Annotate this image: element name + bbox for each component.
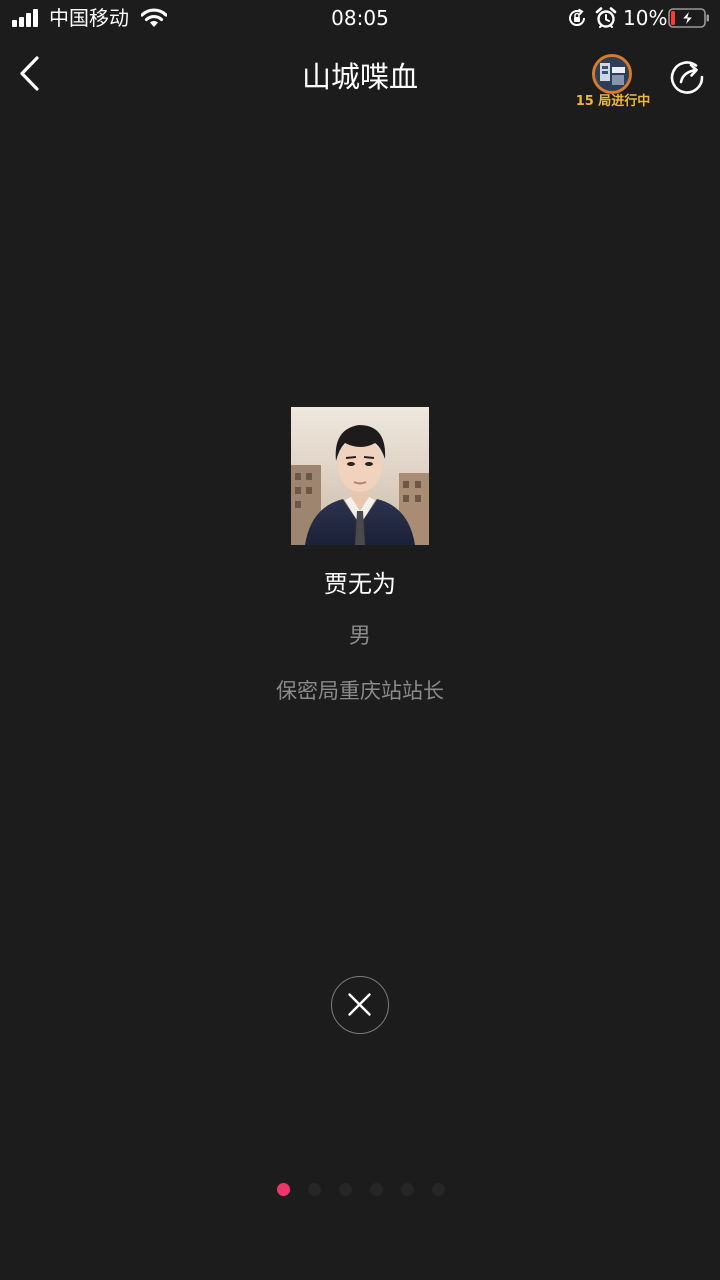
- character-role: 保密局重庆站站长: [276, 679, 444, 703]
- ongoing-games-label: 15 局进行中: [575, 94, 651, 109]
- share-icon: [670, 61, 704, 94]
- page-dot[interactable]: [370, 1183, 383, 1196]
- battery-icon: [668, 8, 709, 28]
- alarm-icon: [595, 7, 617, 28]
- battery-percent: 10%: [623, 6, 668, 30]
- game-avatar-icon: [592, 54, 632, 94]
- page-dot[interactable]: [277, 1183, 290, 1196]
- page-dot[interactable]: [432, 1183, 445, 1196]
- page-indicator: [277, 1183, 447, 1197]
- character-name: 贾无为: [324, 570, 396, 598]
- character-portrait: [291, 407, 429, 545]
- share-button[interactable]: [668, 58, 706, 96]
- character-intro-screen: 中国移动 08:05 10% 山城喋血 15 局进行中 贾无为 男 保密局重庆站…: [0, 0, 720, 1280]
- character-gender: 男: [348, 624, 371, 649]
- page-dot[interactable]: [308, 1183, 321, 1196]
- page-dot[interactable]: [401, 1183, 414, 1196]
- ongoing-games-badge[interactable]: 15 局进行中: [568, 52, 658, 112]
- rotation-lock-icon: [569, 8, 586, 27]
- close-icon: [348, 993, 371, 1016]
- page-dot[interactable]: [339, 1183, 352, 1196]
- status-bar: 中国移动 08:05 10%: [0, 0, 720, 38]
- close-button[interactable]: [331, 976, 389, 1034]
